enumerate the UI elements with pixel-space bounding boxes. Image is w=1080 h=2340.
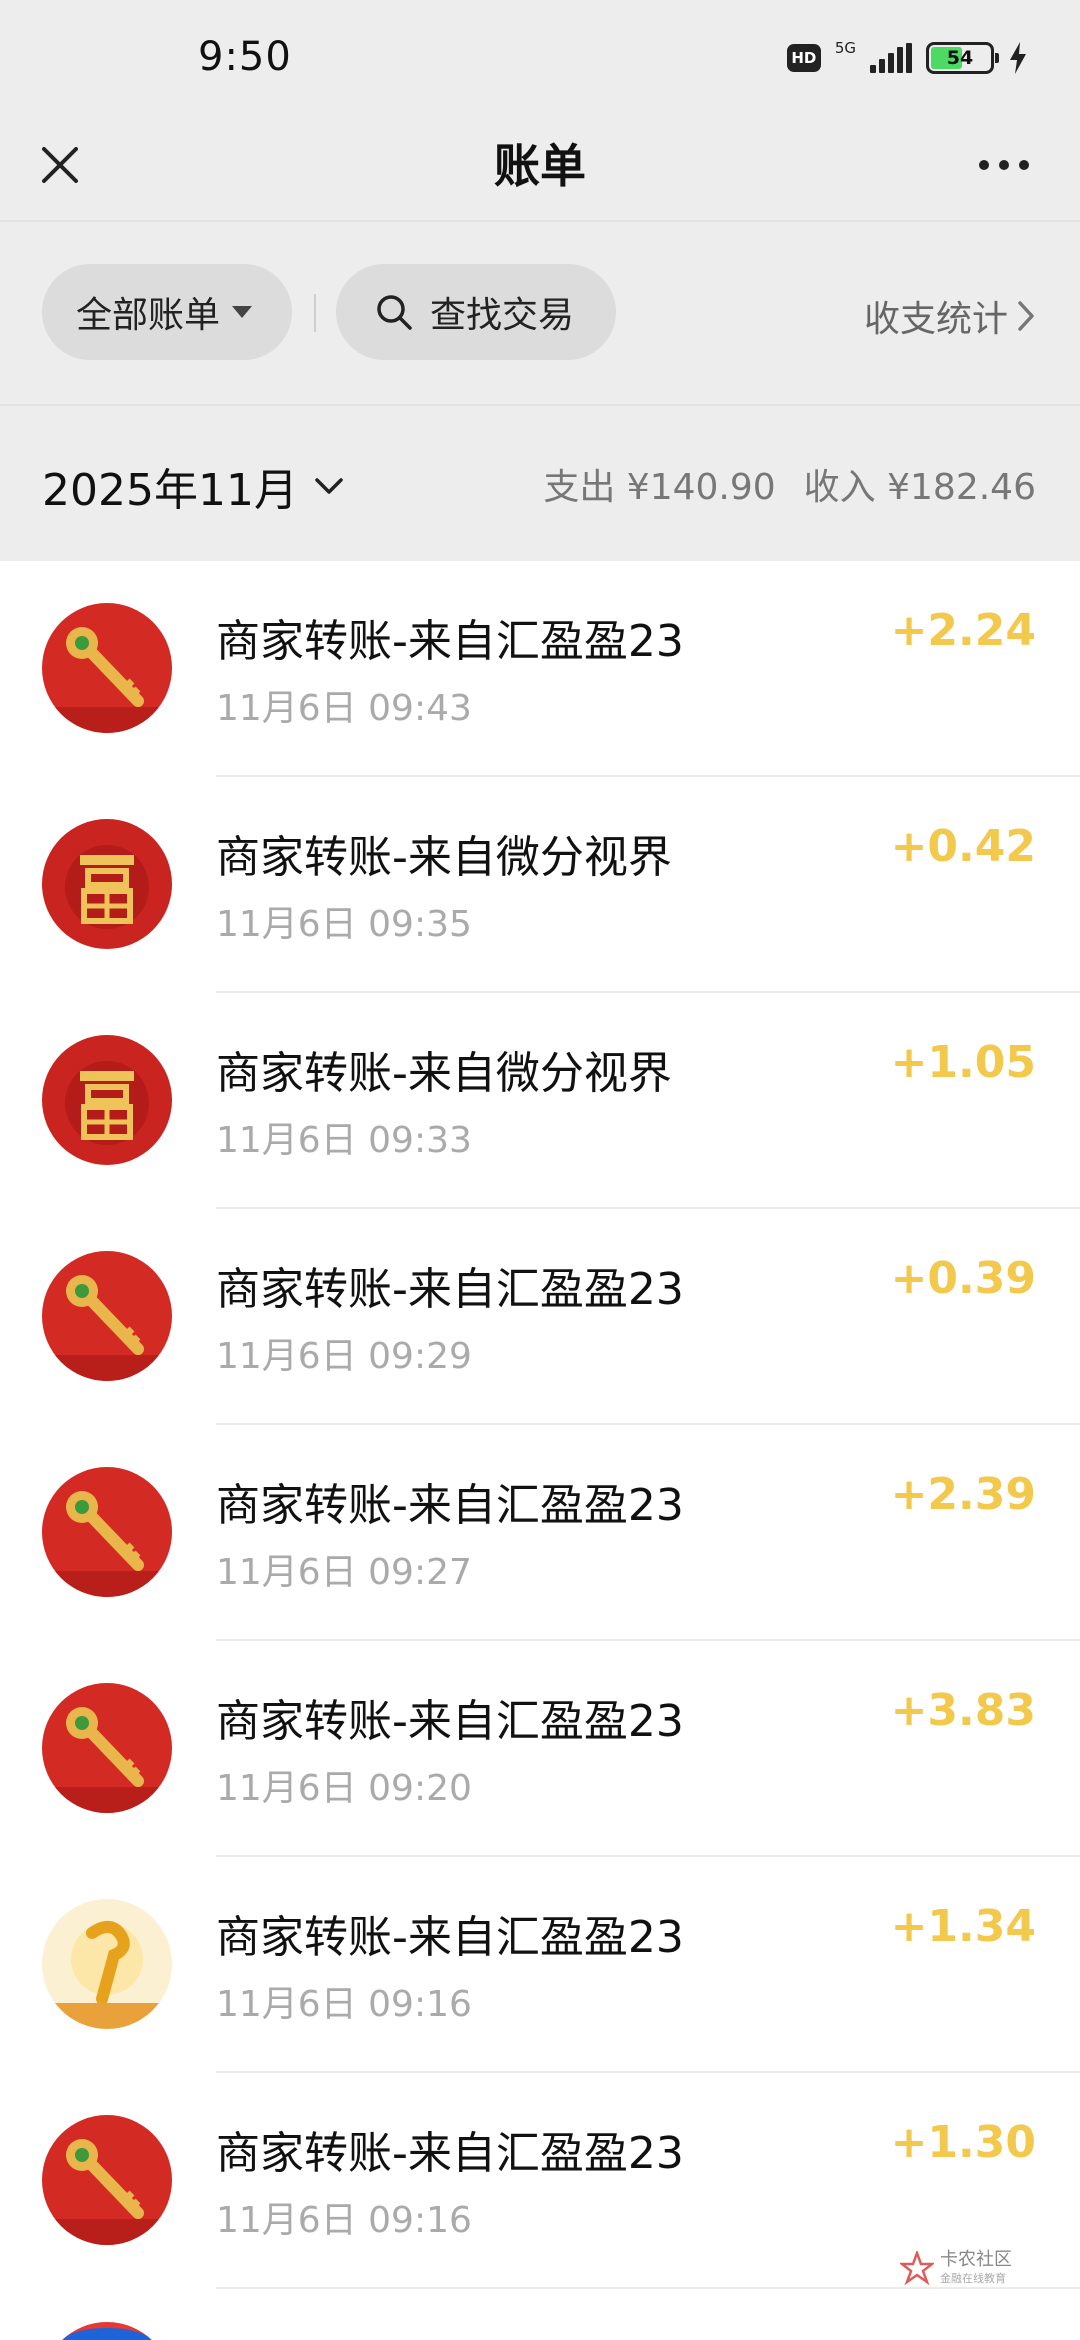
status-bar: 9:50 HD 5G 54 xyxy=(0,0,1080,110)
income-total: 收入 ¥182.46 xyxy=(803,467,1036,508)
expense-total: 支出 ¥140.90 xyxy=(543,467,776,508)
watermark: 卡农社区 金融在线教育 xyxy=(900,2250,1012,2286)
month-selector[interactable]: 2025年11月 xyxy=(42,454,344,518)
month-header: 2025年11月 支出 ¥140.90 收入 ¥182.46 xyxy=(0,406,1080,560)
watermark-subtitle: 金融在线教育 xyxy=(940,2271,1006,2285)
watermark-title: 卡农社区 xyxy=(940,2249,1012,2270)
caret-down-icon xyxy=(232,306,253,318)
transaction-row[interactable]: 商家转账-来自汇盈盈23 11月6日 09:20 +3.83 xyxy=(0,1641,1080,1857)
transaction-amount: +3.83 xyxy=(890,1685,1036,1736)
transaction-title: 商家转账-来自微分视界 xyxy=(216,1048,672,1099)
transaction-list: 商家转账-来自汇盈盈23 11月6日 09:43 +2.24 商家转账-来自微分… xyxy=(0,561,1080,2340)
search-transactions-button[interactable]: 查找交易 xyxy=(336,264,616,360)
key-red-avatar-icon xyxy=(42,1251,172,1381)
watermark-logo-icon xyxy=(900,2250,934,2285)
transaction-title: 商家转账-来自汇盈盈23 xyxy=(216,1480,684,1531)
more-dot-icon xyxy=(999,160,1009,170)
nav-bar: 账单 xyxy=(0,110,1080,220)
transaction-row[interactable]: 商家转账-来自汇盈盈23 11月6日 09:27 +2.39 xyxy=(0,1425,1080,1641)
transaction-amount: +0.42 xyxy=(890,821,1036,872)
search-label: 查找交易 xyxy=(430,295,575,336)
transaction-row[interactable]: 商家转账-来自汇盈盈23 11月6日 09:29 +0.39 xyxy=(0,1209,1080,1425)
status-time: 9:50 xyxy=(198,34,292,80)
fu-character-avatar-icon xyxy=(42,819,172,949)
transaction-row[interactable]: 商家转账-来自微分视界 11月6日 09:33 +1.05 xyxy=(0,993,1080,1209)
charging-icon xyxy=(1010,42,1026,74)
transaction-title: 商家转账-来自汇盈盈23 xyxy=(216,2128,684,2179)
transaction-time: 11月6日 09:43 xyxy=(216,688,472,729)
transaction-amount: +1.05 xyxy=(890,1037,1036,1088)
more-dot-icon xyxy=(1019,160,1029,170)
filter-separator xyxy=(314,294,316,332)
transaction-row[interactable]: 商家转账-来自微分视界 11月6日 09:35 +0.42 xyxy=(0,777,1080,993)
transaction-amount: +1.34 xyxy=(890,1901,1036,1952)
transaction-amount: +2.24 xyxy=(890,605,1036,656)
transaction-title: 商家转账-来自汇盈盈23 xyxy=(216,1696,684,1747)
row-divider xyxy=(216,2287,1080,2289)
page-title: 账单 xyxy=(494,139,586,193)
transaction-time: 11月6日 09:16 xyxy=(216,2200,472,2241)
transaction-time: 11月6日 09:29 xyxy=(216,1336,472,1377)
transaction-amount: +0.39 xyxy=(890,1253,1036,1304)
key-red-avatar-icon xyxy=(42,1683,172,1813)
network-type-label: 5G xyxy=(834,39,856,57)
chevron-right-icon xyxy=(1018,301,1034,331)
signal-icon xyxy=(870,43,912,73)
transaction-time: 11月6日 09:33 xyxy=(216,1120,472,1161)
hd-icon: HD xyxy=(786,44,821,72)
transaction-time: 11月6日 09:27 xyxy=(216,1552,472,1593)
transaction-amount: +2.39 xyxy=(890,1469,1036,1520)
all-bills-dropdown[interactable]: 全部账单 xyxy=(42,264,292,360)
search-icon xyxy=(377,295,412,330)
more-button[interactable] xyxy=(968,135,1040,195)
transaction-time: 11月6日 09:16 xyxy=(216,1984,472,2025)
filter-row: 全部账单 查找交易 收支统计 xyxy=(0,222,1080,404)
key-red-avatar-icon xyxy=(42,1467,172,1597)
bill-page: 9:50 HD 5G 54 账单 全部账单 查找交易 收支统计 2025年11月… xyxy=(0,0,1080,2340)
battery-percent: 54 xyxy=(946,47,974,69)
transaction-title: 商家转账-来自汇盈盈23 xyxy=(216,1912,684,1963)
transaction-title: 商家转账-来自微分视界 xyxy=(216,832,672,883)
transaction-time: 11月6日 09:35 xyxy=(216,904,472,945)
battery-icon: 54 xyxy=(926,42,999,74)
key-red-avatar-icon xyxy=(42,603,172,733)
transaction-title: 商家转账-来自汇盈盈23 xyxy=(216,616,684,667)
key-red-avatar-icon xyxy=(42,2115,172,2245)
all-bills-label: 全部账单 xyxy=(76,295,221,336)
transaction-title: 商家转账-来自汇盈盈23 xyxy=(216,1264,684,1315)
chevron-down-icon xyxy=(315,478,343,494)
month-label: 2025年11月 xyxy=(42,465,298,516)
ruyi-light-avatar-icon xyxy=(42,1899,172,2029)
transaction-time: 11月6日 09:20 xyxy=(216,1768,472,1809)
fu-character-avatar-icon xyxy=(42,1035,172,1165)
transaction-row[interactable]: 商家转账-来自汇盈盈23 11月6日 09:16 +1.34 xyxy=(0,1857,1080,2073)
more-dot-icon xyxy=(979,160,989,170)
month-summary: 支出 ¥140.90 收入 ¥182.46 xyxy=(543,458,1036,510)
transaction-row[interactable]: 商家转账-来自汇盈盈23 11月6日 09:43 +2.24 xyxy=(0,561,1080,777)
status-icons: HD 5G 54 xyxy=(786,38,1028,78)
transaction-amount: +1.30 xyxy=(890,2117,1036,2168)
stats-label: 收支统计 xyxy=(863,299,1008,340)
income-expense-stats-link[interactable]: 收支统计 xyxy=(864,290,1036,342)
